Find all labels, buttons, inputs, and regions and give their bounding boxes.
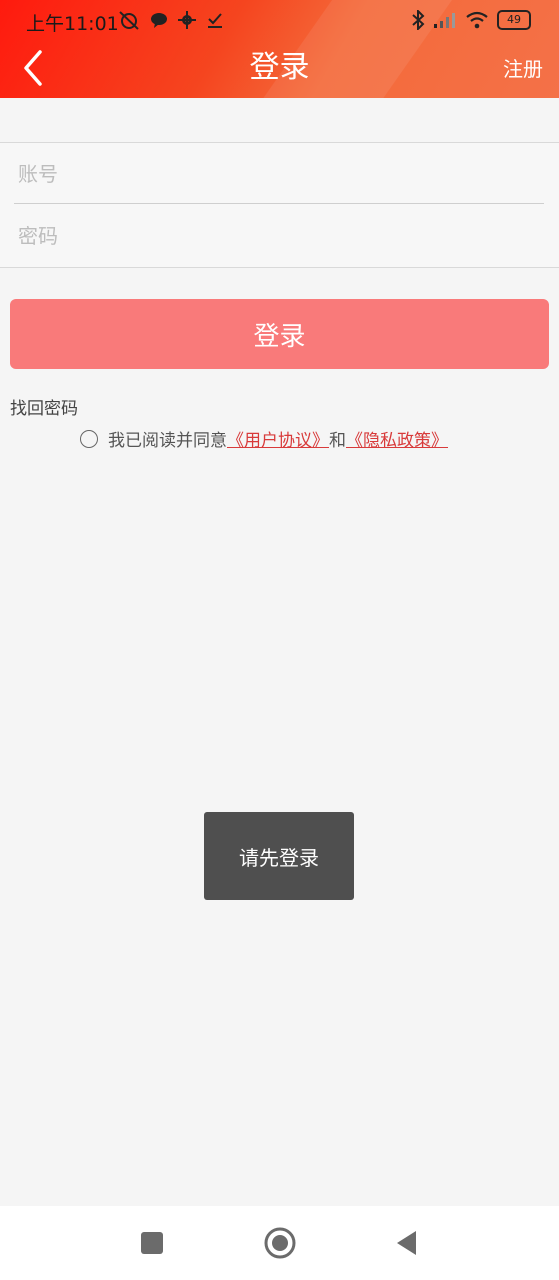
recents-square-icon[interactable] bbox=[137, 1228, 167, 1258]
recover-password-link[interactable]: 找回密码 bbox=[10, 394, 78, 419]
wifi-icon bbox=[466, 11, 488, 29]
agreement-text: 我已阅读并同意 bbox=[108, 431, 227, 451]
signal-icon bbox=[434, 13, 455, 28]
status-icons-left bbox=[118, 10, 224, 30]
status-time: 上午11:01 bbox=[26, 13, 119, 35]
agreement-row: 我已阅读并同意 《用户协议》 和 《隐私政策》 bbox=[80, 426, 448, 451]
password-input[interactable] bbox=[14, 205, 550, 267]
battery-icon: 49 bbox=[497, 10, 531, 30]
user-agreement-link[interactable]: 《用户协议》 bbox=[227, 426, 329, 451]
agreement-radio[interactable] bbox=[80, 429, 98, 448]
login-form bbox=[0, 142, 559, 268]
chat-bubble-icon bbox=[151, 13, 167, 28]
back-triangle-icon[interactable] bbox=[392, 1228, 422, 1258]
login-button[interactable]: 登录 bbox=[10, 299, 549, 369]
download-done-icon bbox=[208, 13, 222, 28]
account-field-container bbox=[14, 143, 550, 205]
bluetooth-icon bbox=[412, 10, 425, 30]
agreement-conjunction: 和 bbox=[329, 431, 346, 451]
status-bar: 上午11:01 49 bbox=[0, 0, 559, 42]
status-icons-right: 49 bbox=[411, 10, 531, 30]
alarm-off-icon bbox=[119, 11, 139, 30]
app-header: 上午11:01 49 登录 注册 bbox=[0, 0, 559, 98]
page-title: 登录 bbox=[249, 50, 310, 85]
register-link[interactable]: 注册 bbox=[503, 54, 543, 84]
password-field-container bbox=[14, 205, 550, 267]
toast-message: 请先登录 bbox=[204, 812, 354, 900]
account-input[interactable] bbox=[14, 143, 550, 205]
privacy-policy-link[interactable]: 《隐私政策》 bbox=[346, 426, 448, 451]
home-circle-icon[interactable] bbox=[263, 1226, 297, 1260]
gear-icon bbox=[178, 11, 196, 29]
system-navigation-bar bbox=[0, 1206, 559, 1280]
